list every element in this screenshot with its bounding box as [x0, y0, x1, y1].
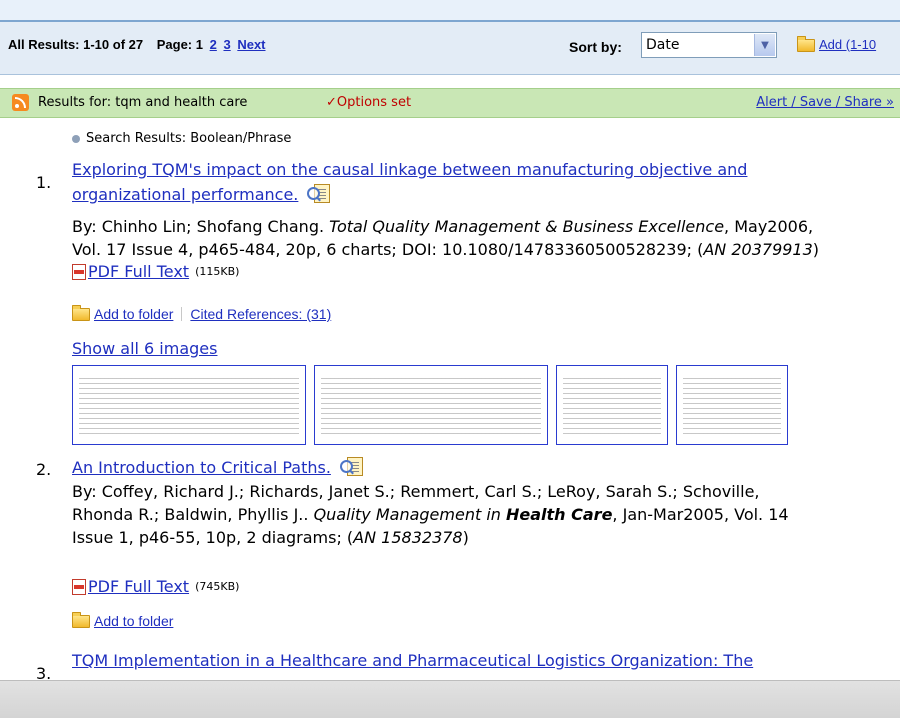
result-number: 2.	[36, 460, 52, 479]
result-title: An Introduction to Critical Paths.	[72, 455, 364, 480]
detail-view-icon[interactable]	[340, 457, 364, 476]
search-mode-line: Search Results: Boolean/Phrase	[72, 131, 291, 146]
result-title-link[interactable]: organizational performance.	[72, 185, 298, 204]
result-number: 1.	[36, 173, 52, 192]
results-for-text: Results for: tqm and health care	[38, 95, 248, 110]
results-count: All Results: 1-10 of 27	[8, 37, 144, 52]
page-label: Page: 1	[156, 37, 203, 52]
next-page-link[interactable]: Next	[237, 37, 265, 52]
result-citation: Issue 1, p46-55, 10p, 2 diagrams; (	[72, 528, 354, 547]
result-title: Exploring TQM's impact on the causal lin…	[72, 157, 747, 207]
bullet-icon	[72, 134, 80, 143]
result-title: TQM Implementation in a Healthcare and P…	[72, 648, 753, 673]
folder-icon[interactable]	[72, 611, 90, 628]
results-pagination: All Results: 1-10 of 27 Page: 1 2 3 Next	[8, 37, 266, 52]
page-2-link[interactable]: 2	[210, 37, 217, 52]
accession-number: AN 20379913	[703, 240, 813, 259]
pdf-icon[interactable]	[72, 263, 86, 280]
cited-references-link[interactable]: Cited References: (31)	[190, 306, 331, 322]
result-journal: Quality Management in	[313, 505, 501, 524]
add-to-folder-link[interactable]: Add to folder	[94, 306, 173, 322]
result-authors: By: Coffey, Richard J.; Richards, Janet …	[72, 482, 760, 501]
image-thumbnails	[72, 365, 796, 445]
result-journal: Total Quality Management & Business Exce…	[329, 217, 725, 236]
result-authors: By: Chinho Lin; Shofang Chang.	[72, 217, 325, 236]
alert-save-share-link[interactable]: Alert / Save / Share »	[756, 95, 894, 110]
result-actions: Add to folder Cited References: (31)	[72, 304, 331, 322]
rss-icon[interactable]	[12, 94, 29, 111]
result-date: , May2006,	[724, 217, 814, 236]
pdf-full-text-link[interactable]: PDF Full Text	[88, 262, 189, 281]
result-title-link[interactable]: Exploring TQM's impact on the causal lin…	[72, 160, 747, 179]
result-date: , Jan-Mar2005, Vol. 14	[612, 505, 789, 524]
sort-select[interactable]: Date ▼	[641, 32, 777, 58]
citation-close: )	[812, 240, 820, 259]
add-range-link[interactable]: Add (1-10	[819, 37, 876, 52]
status-bar	[0, 680, 900, 718]
citation-close: )	[462, 528, 469, 547]
sort-select-value: Date	[646, 37, 680, 53]
chevron-down-icon[interactable]: ▼	[754, 34, 775, 56]
result-metadata: By: Coffey, Richard J.; Richards, Janet …	[72, 480, 789, 549]
pdf-full-text-link[interactable]: PDF Full Text	[88, 577, 189, 596]
add-to-folder-link[interactable]: Add to folder	[94, 613, 173, 629]
sort-label: Sort by:	[569, 39, 622, 55]
pdf-size: (745KB)	[195, 580, 240, 593]
options-set-indicator[interactable]: ✓Options set	[326, 95, 411, 110]
thumbnail-image[interactable]	[314, 365, 548, 445]
top-strip	[0, 0, 900, 22]
search-mode-text: Search Results: Boolean/Phrase	[86, 131, 292, 146]
detail-view-icon[interactable]	[307, 184, 331, 203]
result-metadata: By: Chinho Lin; Shofang Chang. Total Qua…	[72, 215, 819, 261]
thumbnail-image[interactable]	[676, 365, 788, 445]
pdf-icon[interactable]	[72, 578, 86, 595]
pdf-full-text-row: PDF Full Text (745KB)	[72, 577, 239, 596]
folder-icon	[797, 36, 815, 53]
add-results-to-folder[interactable]: Add (1-10	[797, 36, 876, 53]
page-3-link[interactable]: 3	[223, 37, 230, 52]
result-journal-highlight: Health Care	[506, 505, 613, 524]
results-navigation-bar: All Results: 1-10 of 27 Page: 1 2 3 Next…	[0, 22, 900, 75]
results-for-bar: Results for: tqm and health care ✓Option…	[0, 88, 900, 118]
folder-icon[interactable]	[72, 304, 90, 321]
show-all-images-link[interactable]: Show all 6 images	[72, 339, 217, 358]
pdf-full-text-row: PDF Full Text (115KB)	[72, 262, 239, 281]
result-citation: Vol. 17 Issue 4, p465-484, 20p, 6 charts…	[72, 240, 704, 259]
divider	[181, 307, 183, 321]
result-actions: Add to folder	[72, 611, 173, 629]
accession-number: AN 15832378	[353, 528, 463, 547]
thumbnail-image[interactable]	[72, 365, 306, 445]
result-title-link[interactable]: An Introduction to Critical Paths.	[72, 458, 331, 477]
result-authors: Rhonda R.; Baldwin, Phyllis J..	[72, 505, 309, 524]
thumbnail-image[interactable]	[556, 365, 668, 445]
pdf-size: (115KB)	[195, 265, 240, 278]
result-title-link[interactable]: TQM Implementation in a Healthcare and P…	[72, 651, 753, 670]
